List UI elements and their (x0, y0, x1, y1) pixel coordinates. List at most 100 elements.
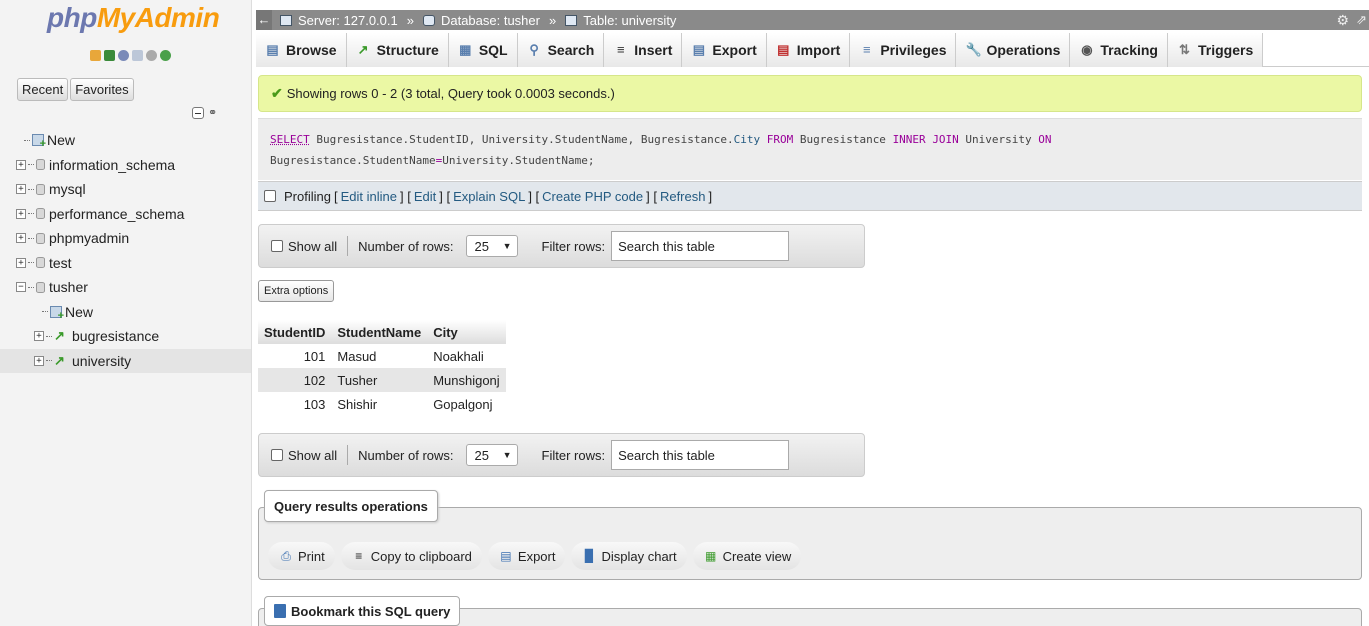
tab-privileges[interactable]: ≡ Privileges (850, 33, 957, 67)
tree-item-university[interactable]: + ↗ university (0, 348, 251, 373)
tree-item-tusher[interactable]: − tusher (0, 275, 251, 300)
gear-icon[interactable]: ⚙ (1336, 12, 1349, 29)
tree-item-bugresistance[interactable]: + ↗ bugresistance (0, 324, 251, 349)
tab-structure[interactable]: ↗ Structure (346, 33, 449, 67)
cell-studentid[interactable]: 101 (258, 344, 332, 368)
cell-studentname[interactable]: Tusher (331, 368, 428, 392)
show-all-checkbox[interactable] (271, 240, 283, 252)
export-icon: ▤ (692, 42, 706, 57)
bookmark-title[interactable]: Bookmark this SQL query (264, 596, 461, 626)
tree-item-label: bugresistance (72, 328, 160, 345)
breadcrumb-database[interactable]: Database: tusher (441, 13, 540, 28)
edit-link[interactable]: Edit (414, 189, 436, 204)
collapse-icon[interactable]: ⇗ (1356, 12, 1367, 28)
database-icon (422, 14, 435, 26)
filter-rows-input[interactable]: Search this table (611, 231, 790, 261)
tab-operations[interactable]: 🔧 Operations (956, 33, 1071, 67)
tree-item-information-schema[interactable]: + information_schema (0, 153, 251, 178)
filter-rows-input[interactable]: Search this table (611, 440, 790, 470)
privileges-icon: ≡ (863, 42, 871, 57)
show-all-checkbox[interactable] (271, 449, 283, 461)
sql-query-display[interactable]: SELECT Bugresistance.StudentID, Universi… (258, 118, 1362, 180)
tab-label: Triggers (1197, 42, 1254, 58)
table-icon: ↗ (54, 328, 65, 344)
expand-icon[interactable]: + (16, 233, 26, 244)
export-button[interactable]: ▤ Export (487, 542, 566, 570)
tree-item-label: information_schema (49, 156, 176, 173)
tab-browse[interactable]: ▤ Browse (256, 33, 347, 67)
expand-icon[interactable]: + (16, 257, 26, 268)
rows-per-page-value: 25 (474, 238, 489, 254)
display-chart-button[interactable]: ▉ Display chart (571, 542, 687, 570)
tab-tracking[interactable]: ◉ Tracking (1070, 33, 1168, 67)
settings-icon[interactable] (146, 50, 157, 61)
breadcrumb-table[interactable]: Table: university (583, 13, 676, 28)
create-view-button[interactable]: ▦ Create view (692, 542, 802, 570)
extra-options-button[interactable]: Extra options (258, 280, 335, 302)
print-button[interactable]: ⎙ Print (268, 542, 335, 570)
tree-item-label: New (47, 132, 76, 149)
table-row[interactable]: 101 Masud Noakhali (258, 344, 506, 368)
cell-city[interactable]: Munshigonj (427, 368, 506, 392)
link-with-main-icon[interactable]: ⚭ (208, 106, 217, 119)
tab-import[interactable]: ▤ Import (766, 33, 851, 67)
breadcrumb-server[interactable]: Server: 127.0.0.1 (298, 13, 398, 28)
reload-icon[interactable] (160, 50, 171, 61)
edit-inline-link[interactable]: Edit inline (341, 189, 397, 204)
tree-item-label: phpmyadmin (49, 230, 130, 247)
collapse-all-icon[interactable] (192, 106, 204, 119)
collapse-sidebar-icon[interactable]: ← (256, 10, 272, 30)
expand-icon[interactable]: + (16, 184, 26, 195)
tree-item-mysql[interactable]: + mysql (0, 177, 251, 202)
cell-city[interactable]: Gopalgonj (427, 392, 506, 416)
tab-sql[interactable]: ▦ SQL (448, 33, 518, 67)
expand-icon[interactable]: + (34, 331, 44, 342)
wrench-icon: 🔧 (965, 42, 982, 57)
tree-item-test[interactable]: + test (0, 251, 251, 276)
favorites-tab[interactable]: Favorites (70, 78, 134, 101)
tab-search[interactable]: ⚲ Search (517, 33, 605, 67)
logout-icon[interactable] (104, 50, 115, 61)
cell-studentid[interactable]: 102 (258, 368, 332, 392)
table-row[interactable]: 102 Tusher Munshigonj (258, 368, 506, 392)
cell-studentid[interactable]: 103 (258, 392, 332, 416)
cell-city[interactable]: Noakhali (427, 344, 506, 368)
column-header-studentname[interactable]: StudentName (331, 320, 428, 344)
bar-chart-icon: ▉ (584, 549, 595, 563)
rows-per-page-select[interactable]: 25 ▼ (465, 235, 518, 257)
breadcrumb-separator: » (548, 12, 557, 28)
tree-item-label: test (49, 254, 72, 271)
docs-icon[interactable] (132, 50, 143, 61)
copy-to-clipboard-button[interactable]: ≡ Copy to clipboard (340, 542, 482, 570)
column-header-studentid[interactable]: StudentID (258, 320, 332, 344)
create-php-code-link[interactable]: Create PHP code (542, 189, 643, 204)
tree-item-new-table[interactable]: New (0, 300, 251, 325)
main-tabs: ▤ Browse ↗ Structure ▦ SQL ⚲ Search ≡ Insert … (256, 33, 1369, 67)
collapse-icon[interactable]: − (16, 282, 26, 293)
expand-icon[interactable]: + (16, 159, 26, 170)
explain-sql-link[interactable]: Explain SQL (453, 189, 525, 204)
phpmyadmin-logo[interactable]: phpMyAdmin (47, 2, 220, 34)
home-icon[interactable] (90, 50, 101, 61)
tab-export[interactable]: ▤ Export (682, 33, 767, 67)
recent-tab[interactable]: Recent (17, 78, 69, 101)
tree-item-performance-schema[interactable]: + performance_schema (0, 202, 251, 227)
expand-icon[interactable]: + (16, 208, 26, 219)
cell-studentname[interactable]: Shishir (331, 392, 428, 416)
expand-icon[interactable]: + (34, 355, 44, 366)
query-results-operations-title: Query results operations (264, 490, 438, 522)
tab-insert[interactable]: ≡ Insert (604, 33, 683, 67)
rows-per-page-select[interactable]: 25 ▼ (465, 444, 518, 466)
structure-icon: ↗ (357, 42, 369, 57)
tree-item-new[interactable]: New (0, 128, 251, 153)
cell-studentname[interactable]: Masud (331, 344, 428, 368)
tree-item-phpmyadmin[interactable]: + phpmyadmin (0, 226, 251, 251)
table-row[interactable]: 103 Shishir Gopalgonj (258, 392, 506, 416)
query-window-icon[interactable] (118, 50, 129, 61)
tab-triggers[interactable]: ⇅ Triggers (1167, 33, 1264, 67)
profiling-checkbox[interactable] (264, 190, 276, 202)
column-header-city[interactable]: City (427, 320, 506, 344)
chevron-down-icon: ▼ (502, 241, 512, 251)
table-icon (565, 14, 578, 26)
refresh-link[interactable]: Refresh (660, 189, 706, 204)
